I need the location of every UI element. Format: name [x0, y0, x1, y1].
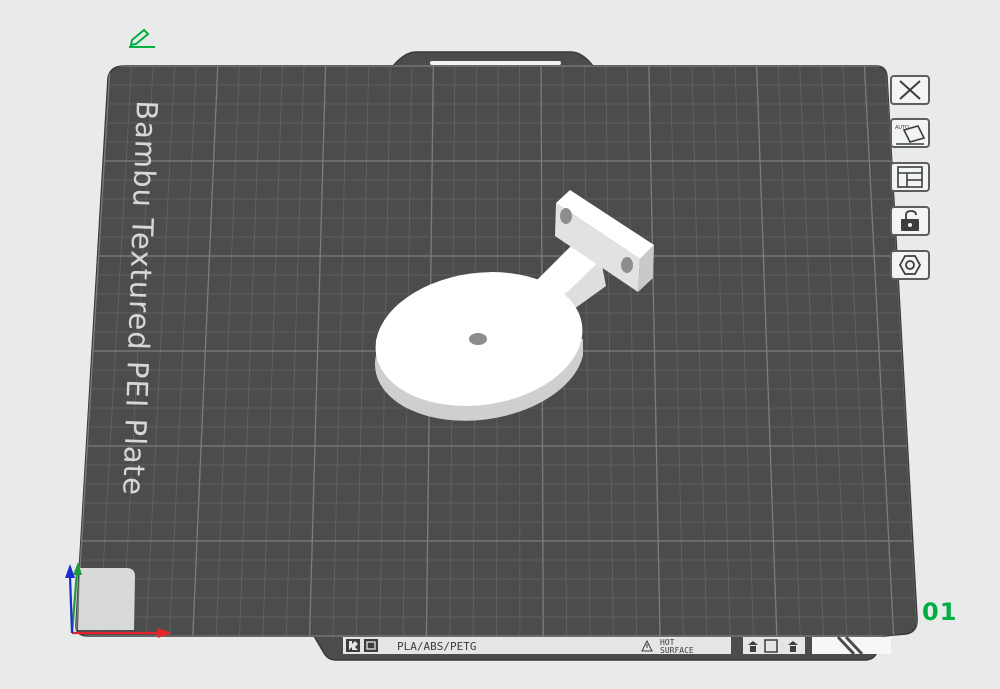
plate-settings-button[interactable]: [890, 250, 930, 280]
arrange-button[interactable]: [890, 162, 930, 192]
plate-handle-slot: [430, 61, 561, 65]
lock-plate-button[interactable]: [890, 206, 930, 236]
model-disc-hole: [469, 333, 487, 345]
model-hole-left: [560, 208, 572, 224]
model-hole-right: [621, 257, 633, 273]
hexagon-settings-icon: [898, 255, 922, 275]
auto-orient-button[interactable]: AUTO: [890, 118, 930, 148]
edit-plate-name-button[interactable]: [126, 25, 158, 49]
surface-label: SURFACE: [660, 646, 694, 655]
excluded-area: [78, 568, 135, 630]
unlock-icon: [901, 210, 919, 231]
plate-number: 01: [922, 598, 958, 626]
z-axis-line: [68, 575, 74, 634]
close-icon: [899, 80, 921, 100]
auto-orient-icon: AUTO: [895, 125, 926, 145]
arrange-layout-icon: [897, 166, 923, 188]
z-axis-arrow: [65, 564, 75, 578]
pencil-icon: [129, 28, 155, 48]
svg-text:AUTO: AUTO: [895, 125, 909, 131]
material-compatibility: PLA/ABS/PETG: [397, 640, 476, 653]
bambu-logo-icon: [346, 639, 360, 652]
plate-type-icon: [364, 639, 378, 652]
remove-plate-button[interactable]: [890, 75, 930, 105]
